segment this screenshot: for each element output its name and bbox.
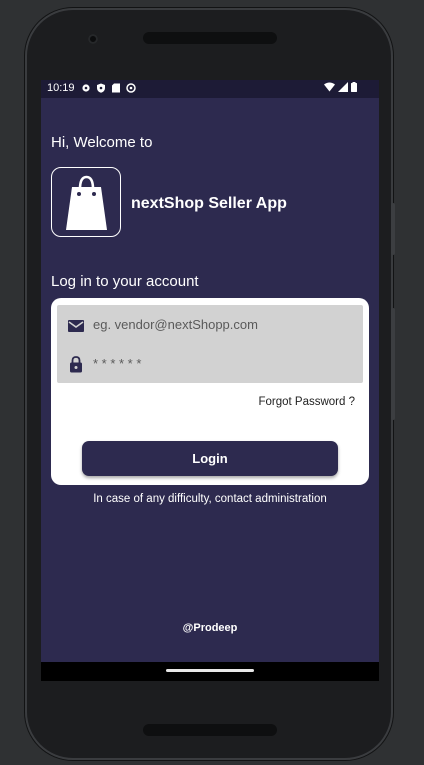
battery-icon bbox=[351, 82, 357, 92]
top-speaker bbox=[143, 32, 277, 44]
app-name: nextShop Seller App bbox=[131, 195, 287, 212]
login-button[interactable]: Login bbox=[82, 441, 338, 476]
power-button bbox=[391, 203, 395, 255]
front-camera bbox=[88, 34, 98, 44]
shopping-bag-icon bbox=[66, 175, 107, 230]
email-icon bbox=[68, 320, 84, 332]
login-heading: Log in to your account bbox=[51, 273, 199, 290]
volume-button bbox=[391, 308, 395, 420]
status-time: 10:19 bbox=[47, 82, 75, 94]
login-card: Forgot Password ? Login bbox=[51, 298, 369, 485]
password-field-row bbox=[57, 344, 363, 382]
help-text: In case of any difficulty, contact admin… bbox=[93, 493, 327, 505]
bottom-speaker bbox=[143, 724, 277, 736]
wifi-icon bbox=[324, 82, 335, 92]
shield-icon bbox=[97, 83, 105, 93]
email-input[interactable] bbox=[91, 312, 355, 336]
credentials-fields bbox=[57, 305, 363, 383]
app-logo bbox=[51, 167, 121, 237]
signal-icon bbox=[338, 82, 348, 92]
home-gesture-handle[interactable] bbox=[166, 669, 254, 672]
sd-card-icon bbox=[112, 83, 120, 93]
settings-icon bbox=[126, 83, 136, 93]
greeting-text: Hi, Welcome to bbox=[51, 134, 153, 151]
status-bar: 10:19 bbox=[41, 80, 379, 98]
email-field-row bbox=[57, 305, 363, 343]
navigation-bar bbox=[41, 662, 379, 681]
password-input[interactable] bbox=[91, 351, 355, 375]
gear-icon bbox=[82, 84, 90, 92]
forgot-password-link[interactable]: Forgot Password ? bbox=[258, 396, 355, 408]
lock-icon bbox=[70, 356, 82, 373]
app-screen: 10:19 Hi, Welcome to nextShop Seller App… bbox=[41, 80, 379, 681]
credit-text: @Prodeep bbox=[182, 622, 238, 634]
